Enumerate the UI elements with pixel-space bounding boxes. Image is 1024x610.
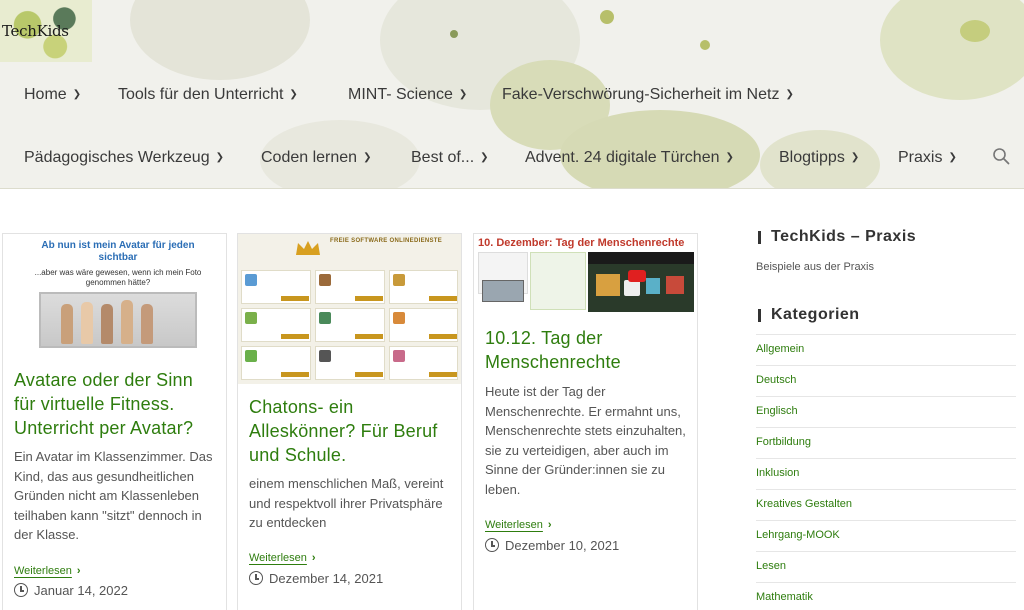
clock-icon	[14, 583, 28, 597]
nav-item-mint[interactable]: MINT- Science ❯	[348, 86, 467, 104]
post-card: FREIE SOFTWARE ONLINEDIENSTE Chatons- ei…	[237, 233, 462, 610]
category-link[interactable]: Allgemein	[756, 334, 1016, 365]
post-title[interactable]: 10.12. Tag der Menschenrechte	[485, 326, 690, 374]
nav-item-praxis[interactable]: Praxis ❯	[898, 149, 957, 167]
header-decoration	[600, 10, 614, 24]
chevron-down-icon: ❯	[480, 152, 489, 163]
thumb-heading: FREIE SOFTWARE ONLINEDIENSTE	[330, 238, 443, 244]
chevron-down-icon: ❯	[215, 152, 224, 163]
site-logo[interactable]: TechKids	[0, 0, 92, 62]
thumb-heading: 10. Dezember: Tag der Menschenrechte	[478, 237, 685, 249]
thumb-subtext: ...aber was wäre gewesen, wenn ich mein …	[34, 268, 202, 287]
chevron-down-icon: ❯	[725, 152, 734, 163]
chevron-down-icon: ❯	[72, 89, 82, 100]
category-link[interactable]: Fortbildung	[756, 427, 1016, 458]
post-date-text: Dezember 14, 2021	[269, 571, 384, 586]
thumb-grid	[241, 270, 458, 382]
category-link[interactable]: Englisch	[756, 396, 1016, 427]
nav-item-blogtipps[interactable]: Blogtipps ❯	[779, 149, 859, 167]
nav-item-fake[interactable]: Fake-Verschwörung-Sicherheit im Netz ❯	[502, 86, 794, 104]
nav-item-paedagogisch[interactable]: Pädagogisches Werkzeug ❯	[24, 149, 224, 167]
widget-title-text: Kategorien	[771, 306, 860, 323]
chevron-down-icon: ❯	[458, 89, 468, 100]
post-excerpt: einem menschlichen Maß, vereint und resp…	[249, 476, 444, 530]
header-decoration	[880, 0, 1024, 100]
clock-icon	[249, 571, 263, 585]
header-decoration	[700, 40, 710, 50]
thumb-panel	[530, 252, 586, 310]
post-date-text: Dezember 10, 2021	[505, 538, 620, 553]
category-link[interactable]: Inklusion	[756, 458, 1016, 489]
post-excerpt: Ein Avatar im Klassenzimmer. Das Kind, d…	[14, 449, 213, 542]
post-card: 10. Dezember: Tag der Menschenrechte 10.…	[473, 233, 698, 610]
widget-title-text: TechKids – Praxis	[771, 228, 917, 245]
post-date: Januar 14, 2022	[14, 583, 128, 598]
nav-label: Tools für den Unterricht	[118, 86, 284, 103]
post-excerpt: Heute ist der Tag der Menschenrechte. Er…	[485, 384, 686, 497]
nav-label: Advent. 24 digitale Türchen	[525, 149, 720, 166]
chevron-right-icon: ›	[76, 565, 81, 577]
category-link[interactable]: Deutsch	[756, 365, 1016, 396]
nav-item-coden[interactable]: Coden lernen ❯	[261, 149, 371, 167]
nav-item-tools[interactable]: Tools für den Unterricht ❯	[118, 86, 298, 104]
widget-title-praxis: TechKids – Praxis	[758, 228, 916, 246]
nav-label: Blogtipps	[779, 149, 845, 166]
nav-label: Pädagogisches Werkzeug	[24, 149, 210, 166]
header-decoration	[450, 30, 458, 38]
post-thumbnail[interactable]: FREIE SOFTWARE ONLINEDIENSTE	[238, 234, 461, 384]
read-more-label: Weiterlesen	[14, 565, 72, 577]
thumb-heading: Ab nun ist mein Avatar für jeden sichtba…	[41, 240, 195, 263]
chevron-down-icon: ❯	[289, 89, 298, 100]
chevron-down-icon: ❯	[363, 152, 372, 163]
nav-label: Best of...	[411, 149, 475, 166]
category-link[interactable]: Mathematik	[756, 582, 1016, 610]
post-thumbnail[interactable]: Ab nun ist mein Avatar für jeden sichtba…	[3, 234, 226, 349]
logo-text: TechKids	[2, 22, 69, 40]
nav-label: MINT- Science	[348, 86, 453, 103]
widget-title-kategorien: Kategorien	[758, 306, 860, 324]
post-title[interactable]: Chatons- ein Alleskönner? Für Beruf und …	[249, 395, 454, 467]
header-decoration	[960, 20, 990, 42]
widget-description: Beispiele aus der Praxis	[756, 261, 875, 273]
search-icon[interactable]	[992, 147, 1010, 165]
read-more-label: Weiterlesen	[485, 519, 543, 531]
category-link[interactable]: Kreatives Gestalten	[756, 489, 1016, 520]
post-date-text: Januar 14, 2022	[34, 583, 128, 598]
thumb-photo	[482, 280, 524, 302]
chevron-down-icon: ❯	[948, 152, 957, 163]
read-more-link[interactable]: Weiterlesen ›	[249, 552, 316, 564]
nav-label: Fake-Verschwörung-Sicherheit im Netz	[502, 86, 780, 103]
thumb-photo	[39, 292, 197, 348]
nav-item-best-of[interactable]: Best of... ❯	[411, 149, 489, 167]
clock-icon	[485, 538, 499, 552]
read-more-link[interactable]: Weiterlesen ›	[485, 519, 552, 531]
chevron-down-icon: ❯	[785, 89, 794, 100]
post-thumbnail[interactable]: 10. Dezember: Tag der Menschenrechte	[474, 234, 697, 314]
post-date: Dezember 14, 2021	[249, 571, 383, 586]
post-title[interactable]: Avatare oder der Sinn für virtuelle Fitn…	[14, 368, 219, 440]
category-link[interactable]: Lehrgang-MOOK	[756, 520, 1016, 551]
post-date: Dezember 10, 2021	[485, 538, 619, 553]
crown-logo	[296, 241, 320, 255]
chevron-right-icon: ›	[547, 519, 552, 531]
nav-label: Praxis	[898, 149, 943, 166]
read-more-link[interactable]: Weiterlesen ›	[14, 565, 81, 577]
chevron-down-icon: ❯	[850, 152, 860, 163]
category-link[interactable]: Lesen	[756, 551, 1016, 582]
site-header: TechKids Home ❯ Tools für den Unterricht ❯…	[0, 0, 1024, 189]
nav-label: Home	[24, 86, 67, 103]
nav-label: Coden lernen	[261, 149, 358, 166]
nav-item-home[interactable]: Home ❯	[24, 86, 81, 104]
chevron-right-icon: ›	[311, 552, 316, 564]
header-decoration	[130, 0, 310, 80]
read-more-label: Weiterlesen	[249, 552, 307, 564]
thumb-video	[588, 252, 694, 312]
post-card: Ab nun ist mein Avatar für jeden sichtba…	[2, 233, 227, 610]
nav-item-advent[interactable]: Advent. 24 digitale Türchen ❯	[525, 149, 734, 167]
